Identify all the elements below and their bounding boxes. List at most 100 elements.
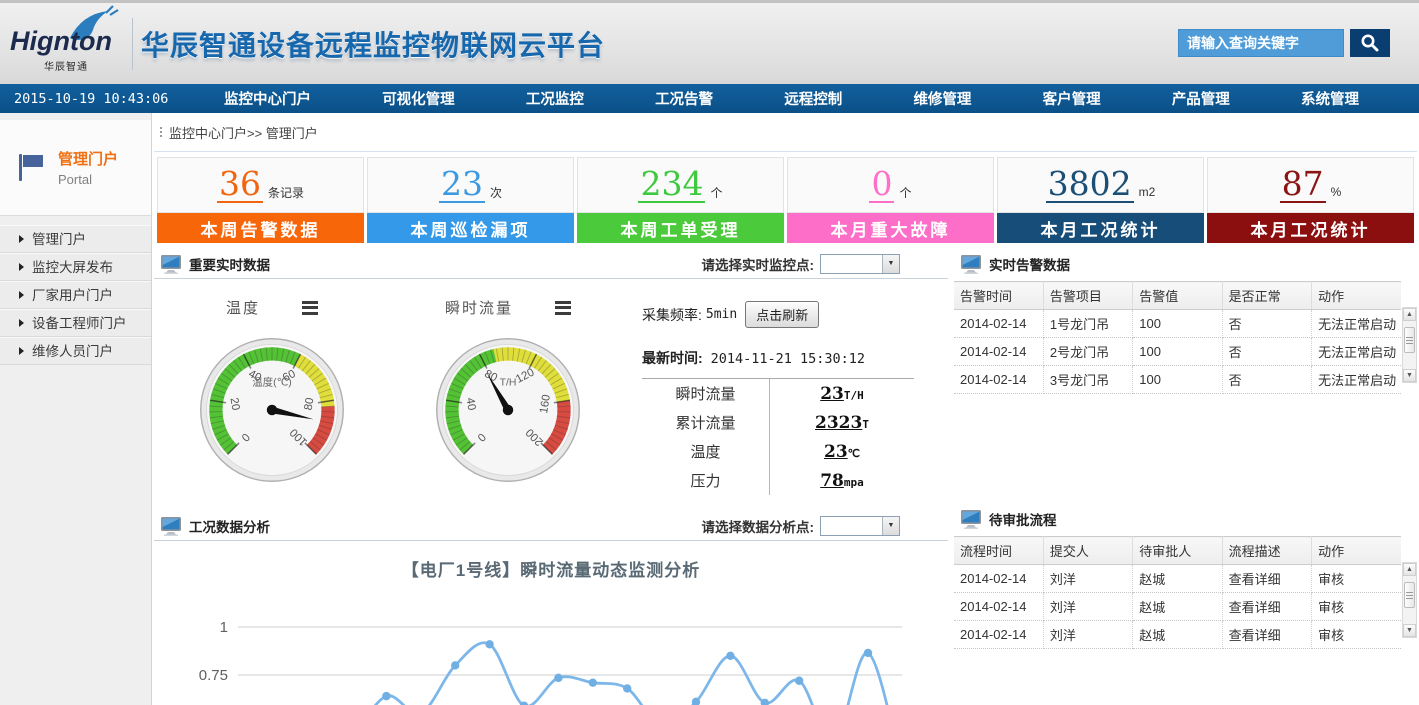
nav-item-8[interactable]: 系统管理 [1301,88,1359,109]
scroll-down-icon[interactable]: ▼ [1403,624,1416,637]
scrollbar-thumb[interactable] [1404,327,1415,353]
refresh-button[interactable]: 点击刷新 [745,301,819,328]
freq-label: 采集频率: [642,305,702,325]
nav-item-0[interactable]: 监控中心门户 [224,88,311,109]
action-cell[interactable]: 否 [1222,338,1311,366]
search-area [1178,29,1390,57]
latest-time-value: 2014-11-21 15:30:12 [711,351,865,367]
table-scrollbar[interactable]: ▲▼ [1402,307,1417,383]
stat-label-bar[interactable]: 本月工况统计 [997,213,1204,243]
chart-menu-icon[interactable] [302,298,318,317]
sidebar-item-2[interactable]: 厂家用户门户 [0,281,151,309]
stat-label-bar[interactable]: 本月工况统计 [1207,213,1414,243]
stat-label-bar[interactable]: 本周巡检漏项 [367,213,574,243]
stat-card-0: 36条记录本周告警数据 [157,157,364,243]
stat-value-link[interactable]: 3802m2 [997,157,1204,213]
sidebar-item-0[interactable]: 管理门户 [0,225,151,253]
table-scrollbar[interactable]: ▲▼ [1402,562,1417,638]
stat-value-link[interactable]: 23次 [367,157,574,213]
alarm-panel-title: 实时告警数据 [989,254,1070,274]
data-cell: 2014-02-14 [954,338,1043,366]
action-cell[interactable]: 审核 [1312,621,1401,649]
action-cell[interactable]: 审核 [1312,565,1401,593]
value-link[interactable]: 23 [824,442,848,462]
clock: 2015-10-19 10:43:06 [14,91,194,107]
application-window: Hignton 华辰智通 华辰智通设备远程监控物联网云平台 2015-10-19… [0,0,1419,705]
data-cell: 100 [1133,366,1222,394]
stat-unit: 个 [710,184,722,201]
chart-menu-icon[interactable] [555,298,571,317]
nav-menu: 监控中心门户 可视化管理 工况监控 工况告警 远程控制 维修管理 客户管理 产品管理 系统管理 [194,88,1419,109]
svg-text:0.75: 0.75 [199,667,228,684]
stat-value-link[interactable]: 36条记录 [157,157,364,213]
stat-label-bar[interactable]: 本周工单受理 [577,213,784,243]
action-cell[interactable]: 否 [1222,366,1311,394]
realtime-data-row: 瞬时流量23T/H [642,379,914,408]
scroll-down-icon[interactable]: ▼ [1403,369,1416,382]
scrollbar-thumb[interactable] [1404,582,1415,608]
approval-panel-title: 待审批流程 [989,509,1057,529]
analysis-panel-header: 工况数据分析 请选择数据分析点: ▼ [154,511,948,541]
monitor-icon [960,509,982,529]
chevron-down-icon[interactable]: ▼ [882,517,899,535]
freq-value: 5min [706,307,737,322]
gauge-chart: 020406080100温度(℃) [196,334,348,486]
stat-label-bar[interactable]: 本周告警数据 [157,213,364,243]
data-cell: 赵城 [1133,621,1222,649]
value-link[interactable]: 78 [820,471,844,491]
action-cell[interactable]: 无法正常启动 [1312,338,1401,366]
gauge-block-0: 温度020406080100温度(℃) [154,287,390,495]
data-cell: 2014-02-14 [954,621,1043,649]
sidebar-item-1[interactable]: 监控大屏发布 [0,253,151,281]
nav-item-7[interactable]: 产品管理 [1172,88,1230,109]
action-cell[interactable]: 无法正常启动 [1312,366,1401,394]
analysis-panel-title: 工况数据分析 [189,516,270,536]
value-link[interactable]: 23 [820,384,844,404]
breadcrumb: 监控中心门户>> 管理门户 [154,113,1417,151]
search-button[interactable] [1350,29,1390,57]
breadcrumb-grip-icon [160,126,162,138]
main-navbar: 2015-10-19 10:43:06 监控中心门户 可视化管理 工况监控 工况告警 远… [0,84,1419,113]
realtime-data-row: 累计流量2323T [642,408,914,437]
stat-number: 87 [1280,167,1326,203]
nav-item-1[interactable]: 可视化管理 [382,88,455,109]
data-cell: 2014-02-14 [954,565,1043,593]
action-cell[interactable]: 查看详细 [1222,621,1311,649]
realtime-data-row: 压力78mpa [642,466,914,495]
search-input[interactable] [1178,29,1344,57]
value-unit: ℃ [848,447,860,460]
sidebar-item-4[interactable]: 维修人员门户 [0,337,151,365]
realtime-data-value: 2323T [770,413,914,433]
analysis-point-select[interactable]: ▼ [820,516,900,536]
monitor-point-select[interactable]: ▼ [820,254,900,274]
realtime-data-value: 23T/H [770,384,914,404]
action-cell[interactable]: 查看详细 [1222,593,1311,621]
action-cell[interactable]: 否 [1222,310,1311,338]
scroll-up-icon[interactable]: ▲ [1403,308,1416,321]
nav-item-4[interactable]: 远程控制 [784,88,842,109]
stat-value-link[interactable]: 234个 [577,157,784,213]
realtime-info: 采集频率: 5min 点击刷新 最新时间: 2014-11-21 15:30:1… [626,287,948,495]
sidebar-item-label: 管理门户 [32,226,86,253]
scroll-up-icon[interactable]: ▲ [1403,563,1416,576]
stat-label-bar[interactable]: 本月重大故障 [787,213,994,243]
nav-item-2[interactable]: 工况监控 [526,88,584,109]
nav-item-6[interactable]: 客户管理 [1043,88,1101,109]
action-cell[interactable]: 无法正常启动 [1312,310,1401,338]
stat-value-link[interactable]: 87% [1207,157,1414,213]
value-link[interactable]: 2323 [815,413,862,433]
chevron-down-icon[interactable]: ▼ [882,255,899,273]
stat-value-link[interactable]: 0个 [787,157,994,213]
value-unit: T/H [844,389,864,402]
nav-item-3[interactable]: 工况告警 [655,88,713,109]
sidebar-item-3[interactable]: 设备工程师门户 [0,309,151,337]
portal-subtitle: Portal [58,172,118,187]
action-cell[interactable]: 查看详细 [1222,565,1311,593]
breadcrumb-text: 监控中心门户>> 管理门户 [169,123,318,142]
nav-item-5[interactable]: 维修管理 [913,88,971,109]
data-cell: 赵城 [1133,593,1222,621]
action-cell[interactable]: 审核 [1312,593,1401,621]
column-header: 待审批人 [1133,537,1222,565]
stat-card-4: 3802m2本月工况统计 [997,157,1204,243]
chevron-right-icon [19,263,24,271]
